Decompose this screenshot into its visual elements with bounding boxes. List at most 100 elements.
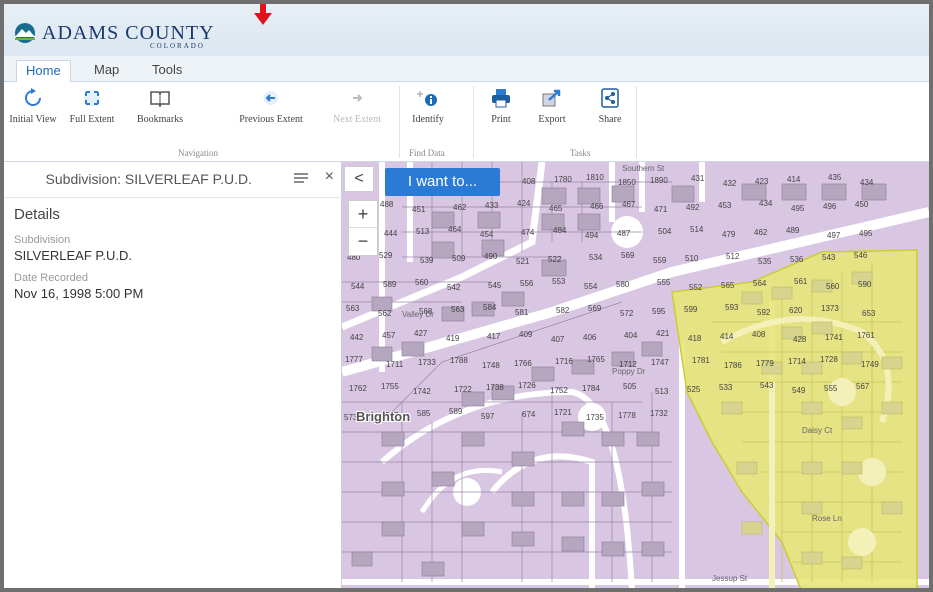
parcel-number: 1786 bbox=[724, 361, 742, 370]
tab-map[interactable]: Map bbox=[94, 62, 119, 77]
parcel-number: 674 bbox=[522, 410, 536, 419]
parcel-number: 589 bbox=[383, 280, 397, 289]
parcel-number: 487 bbox=[617, 229, 631, 238]
print-button[interactable]: Print bbox=[484, 88, 518, 125]
parcel-number: 494 bbox=[585, 231, 599, 240]
close-icon[interactable]: × bbox=[325, 168, 334, 186]
printer-icon bbox=[492, 89, 510, 108]
parcel-number: 421 bbox=[656, 329, 670, 338]
parcel-number: 580 bbox=[616, 280, 630, 289]
parcel-number: 563 bbox=[346, 304, 360, 313]
collapse-panel-button[interactable]: < bbox=[344, 166, 374, 192]
parcel-number: 543 bbox=[822, 253, 836, 262]
parcel-number: 406 bbox=[583, 333, 597, 342]
parcel-number: 492 bbox=[686, 203, 700, 212]
parcel-number: 513 bbox=[655, 387, 669, 396]
tasks-group-label: Tasks bbox=[570, 148, 591, 158]
parcel-number: 539 bbox=[420, 256, 434, 265]
bookmarks-button[interactable]: Bookmarks bbox=[132, 88, 188, 125]
parcel-number: 525 bbox=[687, 385, 701, 394]
parcel-number: 408 bbox=[752, 330, 766, 339]
parcel-number: 1778 bbox=[618, 411, 636, 420]
parcel-number: 567 bbox=[856, 382, 870, 391]
parcel-number: 424 bbox=[517, 199, 531, 208]
parcel-number: 1373 bbox=[821, 304, 839, 313]
ribbon-tabs: Home Map Tools bbox=[4, 56, 929, 83]
parcel-number: 542 bbox=[447, 283, 461, 292]
adams-county-logo: ADAMS COUNTY COLORADO bbox=[10, 18, 256, 54]
parcel-number: 432 bbox=[723, 179, 737, 188]
identify-icon bbox=[417, 91, 437, 106]
menu-icon[interactable] bbox=[294, 173, 308, 185]
parcel-number: 565 bbox=[721, 281, 735, 290]
zoom-in-button[interactable]: + bbox=[349, 201, 377, 228]
date-recorded-field-value: Nov 16, 1998 5:00 PM bbox=[14, 286, 144, 301]
export-icon bbox=[542, 89, 561, 107]
date-recorded-field-label: Date Recorded bbox=[14, 272, 88, 284]
share-button[interactable]: Share bbox=[592, 88, 628, 125]
bookmarks-label: Bookmarks bbox=[136, 114, 184, 125]
book-icon bbox=[150, 91, 170, 108]
parcel-number: 555 bbox=[657, 278, 671, 287]
zoom-out-button[interactable]: − bbox=[349, 228, 377, 255]
parcel-number: 592 bbox=[757, 308, 771, 317]
parcel-number: 479 bbox=[722, 230, 736, 239]
parcel-number: 1784 bbox=[582, 384, 600, 393]
details-panel: Subdivision: SILVERLEAF P.U.D. × Details… bbox=[4, 162, 342, 588]
i-want-to-button[interactable]: I want to... bbox=[385, 168, 500, 196]
full-extent-button[interactable]: Full Extent bbox=[64, 88, 120, 125]
tab-home[interactable]: Home bbox=[16, 60, 71, 83]
parcel-number: 462 bbox=[453, 203, 467, 212]
parcel-number: 434 bbox=[759, 199, 773, 208]
parcel-number: 1722 bbox=[454, 385, 472, 394]
parcel-number: 1748 bbox=[482, 361, 500, 370]
street-label: Poppy Dr bbox=[612, 367, 646, 376]
parcel-number: 554 bbox=[584, 282, 598, 291]
parcel-number: 1780 bbox=[554, 175, 572, 184]
ribbon-toolbar: Initial View Full Extent Bookmarks Previ… bbox=[4, 82, 929, 162]
parcel-number: 1742 bbox=[413, 387, 431, 396]
app-window: ADAMS COUNTY COLORADO Home Map Tools Ini… bbox=[0, 0, 933, 592]
parcel-number: 1741 bbox=[825, 333, 843, 342]
identify-button[interactable]: Identify bbox=[406, 88, 450, 125]
parcel-number: 497 bbox=[827, 231, 841, 240]
parcel-number: 563 bbox=[451, 305, 465, 314]
panel-header: Subdivision: SILVERLEAF P.U.D. × bbox=[4, 162, 342, 198]
next-extent-button[interactable]: Next Extent bbox=[324, 88, 390, 125]
panel-title: Subdivision: SILVERLEAF P.U.D. bbox=[45, 171, 252, 187]
parcel-number: 1721 bbox=[554, 408, 572, 417]
parcel-number: 466 bbox=[590, 202, 604, 211]
parcel-number: 514 bbox=[690, 225, 704, 234]
logo-subtitle: COLORADO bbox=[150, 42, 205, 50]
ribbon-separator bbox=[636, 86, 637, 158]
map-view[interactable]: 4024044054061670408178018101850189043143… bbox=[342, 162, 929, 588]
parcel-number: 444 bbox=[384, 229, 398, 238]
parcel-number: 581 bbox=[515, 308, 529, 317]
parcel-number: 471 bbox=[654, 205, 668, 214]
parcel-number: 1810 bbox=[586, 173, 604, 182]
parcel-number: 1761 bbox=[857, 331, 875, 340]
parcel-number: 442 bbox=[350, 333, 364, 342]
parcel-number: 418 bbox=[688, 334, 702, 343]
full-extent-label: Full Extent bbox=[69, 114, 115, 125]
initial-view-button[interactable]: Initial View bbox=[8, 88, 58, 125]
subdivision-field-label: Subdivision bbox=[14, 234, 71, 246]
parcel-number: 1781 bbox=[692, 356, 710, 365]
parcel-number: 545 bbox=[488, 281, 502, 290]
parcel-number: 534 bbox=[589, 253, 603, 262]
export-button[interactable]: Export bbox=[532, 88, 572, 125]
parcel-number: 560 bbox=[415, 278, 429, 287]
parcel-number: 474 bbox=[521, 228, 535, 237]
parcel-number: 569 bbox=[588, 304, 602, 313]
parcel-number: 544 bbox=[351, 282, 365, 291]
expand-icon bbox=[84, 90, 100, 106]
previous-extent-button[interactable]: Previous Extent bbox=[230, 88, 312, 125]
parcel-number: 590 bbox=[858, 280, 872, 289]
parcel-number: 1788 bbox=[450, 356, 468, 365]
subdivision-field-value: SILVERLEAF P.U.D. bbox=[14, 248, 133, 263]
parcel-number: 1762 bbox=[349, 384, 367, 393]
parcel-number: 427 bbox=[414, 329, 428, 338]
tab-tools[interactable]: Tools bbox=[152, 62, 182, 77]
export-label: Export bbox=[538, 114, 566, 125]
parcel-number: 512 bbox=[726, 252, 740, 261]
